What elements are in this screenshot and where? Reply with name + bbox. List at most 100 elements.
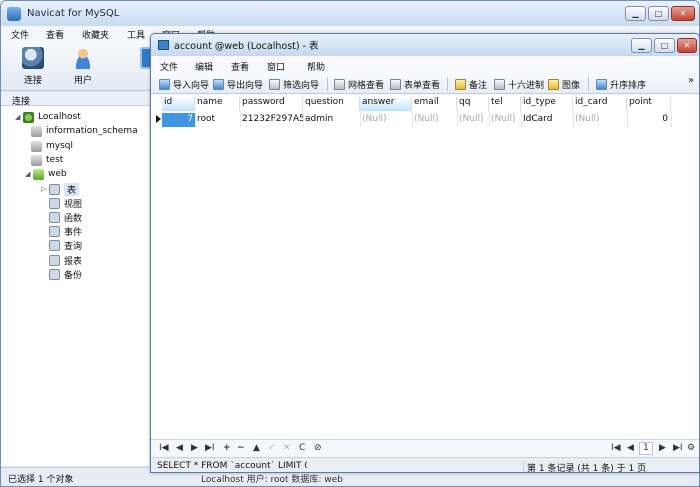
tree-node-test[interactable]: test [31, 153, 63, 167]
selection-status: 已选择 1 个对象 [8, 475, 74, 485]
table-cell-point[interactable]: 0 [627, 113, 671, 127]
delete-record-button[interactable]: − [237, 443, 245, 453]
table-cell-question[interactable]: admin [303, 113, 360, 127]
database-icon [31, 125, 42, 137]
toolbar-separator [588, 77, 589, 91]
table-cell-name[interactable]: root [195, 113, 240, 127]
table-cell-id-type[interactable]: IdCard [521, 113, 573, 127]
menu-view[interactable]: 查看 [46, 26, 64, 41]
toolbar-overflow-button[interactable]: » [688, 75, 694, 86]
import-wizard-button[interactable]: 导入向导 [159, 78, 209, 91]
apply-button[interactable]: ✓ [268, 443, 276, 453]
sort-asc-icon [596, 79, 607, 90]
column-header-question[interactable]: question [303, 97, 360, 111]
user-button[interactable]: 用户 [61, 45, 105, 89]
tree-node-backups[interactable]: 备份 [49, 267, 82, 281]
connect-button[interactable]: 连接 [11, 45, 55, 89]
close-button[interactable]: ✕ [677, 38, 697, 53]
prev-record-button[interactable]: ◀ [176, 443, 183, 453]
cancel-edit-button[interactable]: ✕ [283, 443, 291, 453]
tree-node-tables[interactable]: ▷ 表 [41, 182, 80, 196]
next-record-button[interactable]: ▶ [191, 443, 198, 453]
settings-icon[interactable]: ⚙ [687, 443, 695, 453]
tree-node-views[interactable]: 视图 [49, 196, 82, 210]
memo-button[interactable]: 备注 [455, 78, 487, 91]
page-number-input[interactable]: 1 [639, 442, 653, 455]
table-cell-answer[interactable]: (Null) [360, 113, 412, 127]
prev-page-button[interactable]: ◀ [627, 443, 634, 453]
filter-wizard-button[interactable]: 筛选向导 [269, 78, 319, 91]
column-header-id-type[interactable]: id_type [521, 97, 573, 111]
maximize-button[interactable]: □ [654, 38, 675, 53]
column-header-id-card[interactable]: id_card [573, 97, 627, 111]
maximize-button[interactable]: □ [648, 6, 669, 21]
first-page-button[interactable]: I◀ [611, 443, 621, 453]
menu-file[interactable]: 文件 [160, 60, 178, 73]
image-button[interactable]: 图像 [548, 78, 580, 91]
grid-line [195, 111, 196, 127]
tree-node-localhost[interactable]: ◢ Localhost [15, 110, 81, 124]
add-record-button[interactable]: + [223, 443, 231, 453]
column-header-answer[interactable]: answer [360, 97, 412, 111]
collapse-icon[interactable]: ◢ [15, 113, 23, 121]
stop-button[interactable]: ⊘ [314, 443, 322, 453]
table-cell-qq[interactable]: (Null) [457, 113, 489, 127]
table-cell-id-card[interactable]: (Null) [573, 113, 627, 127]
menu-view[interactable]: 查看 [231, 60, 249, 73]
tree-node-web[interactable]: ◢ web [25, 167, 67, 181]
grid-line [627, 111, 628, 127]
grid-icon [334, 79, 345, 90]
grid-line [521, 111, 522, 127]
next-page-button[interactable]: ▶ [659, 443, 666, 453]
table-window-title: account @web (Localhost) - 表 [174, 41, 319, 52]
table-cell-password[interactable]: 21232F297A57 [240, 113, 303, 127]
last-record-button[interactable]: ▶I [205, 443, 215, 453]
expand-icon[interactable]: ▷ [41, 185, 49, 193]
tree-node-functions[interactable]: 函数 [49, 210, 82, 224]
refresh-button[interactable]: C [299, 443, 305, 453]
column-header-point[interactable]: point [627, 97, 671, 111]
column-header-id[interactable]: id [162, 97, 195, 111]
tree-node-events[interactable]: 事件 [49, 224, 82, 238]
table-window-title-bar: account @web (Localhost) - 表 ▁ □ ✕ [151, 34, 699, 56]
sort-ascending-button[interactable]: 升序排序 [596, 78, 646, 91]
column-header-password[interactable]: password [240, 97, 303, 111]
tree-node-reports[interactable]: 报表 [49, 253, 82, 267]
close-button[interactable]: ✕ [671, 6, 695, 21]
table-cell-id[interactable]: 7 [162, 113, 195, 127]
column-header-tel[interactable]: tel [489, 97, 521, 111]
import-icon [159, 79, 170, 90]
function-icon [49, 211, 60, 223]
column-header-email[interactable]: email [412, 97, 457, 111]
menu-window[interactable]: 窗口 [267, 60, 285, 73]
table-window-menu-bar: 文件 编辑 查看 窗口 帮助 [151, 56, 699, 74]
menu-edit[interactable]: 编辑 [195, 60, 213, 73]
main-window-controls: ▁ □ ✕ [625, 6, 695, 21]
menu-favorites[interactable]: 收藏夹 [82, 26, 109, 41]
move-up-button[interactable]: ▲ [253, 443, 260, 453]
grid-view-button[interactable]: 网格查看 [334, 78, 384, 91]
grid-line [240, 111, 241, 127]
menu-tools[interactable]: 工具 [127, 26, 145, 41]
minimize-button[interactable]: ▁ [631, 38, 652, 53]
menu-file[interactable]: 文件 [11, 26, 29, 41]
minimize-button[interactable]: ▁ [625, 6, 646, 21]
table-cell-tel[interactable]: (Null) [489, 113, 521, 127]
tree-node-mysql[interactable]: mysql [31, 139, 73, 153]
grid-line [412, 111, 413, 127]
column-header-qq[interactable]: qq [457, 97, 489, 111]
column-header-name[interactable]: name [195, 97, 240, 111]
last-page-button[interactable]: ▶I [673, 443, 683, 453]
server-icon [23, 111, 34, 123]
menu-help[interactable]: 帮助 [307, 60, 325, 73]
tree-node-information-schema[interactable]: information_schema [31, 124, 138, 138]
collapse-icon[interactable]: ◢ [25, 170, 33, 178]
hex-button[interactable]: 十六进制 [494, 78, 544, 91]
table-cell-email[interactable]: (Null) [412, 113, 457, 127]
form-view-button[interactable]: 表单查看 [390, 78, 440, 91]
first-record-button[interactable]: I◀ [159, 443, 169, 453]
export-wizard-button[interactable]: 导出向导 [213, 78, 263, 91]
table-icon [49, 183, 60, 195]
tree-node-queries[interactable]: 查询 [49, 238, 82, 252]
form-icon [390, 79, 401, 90]
